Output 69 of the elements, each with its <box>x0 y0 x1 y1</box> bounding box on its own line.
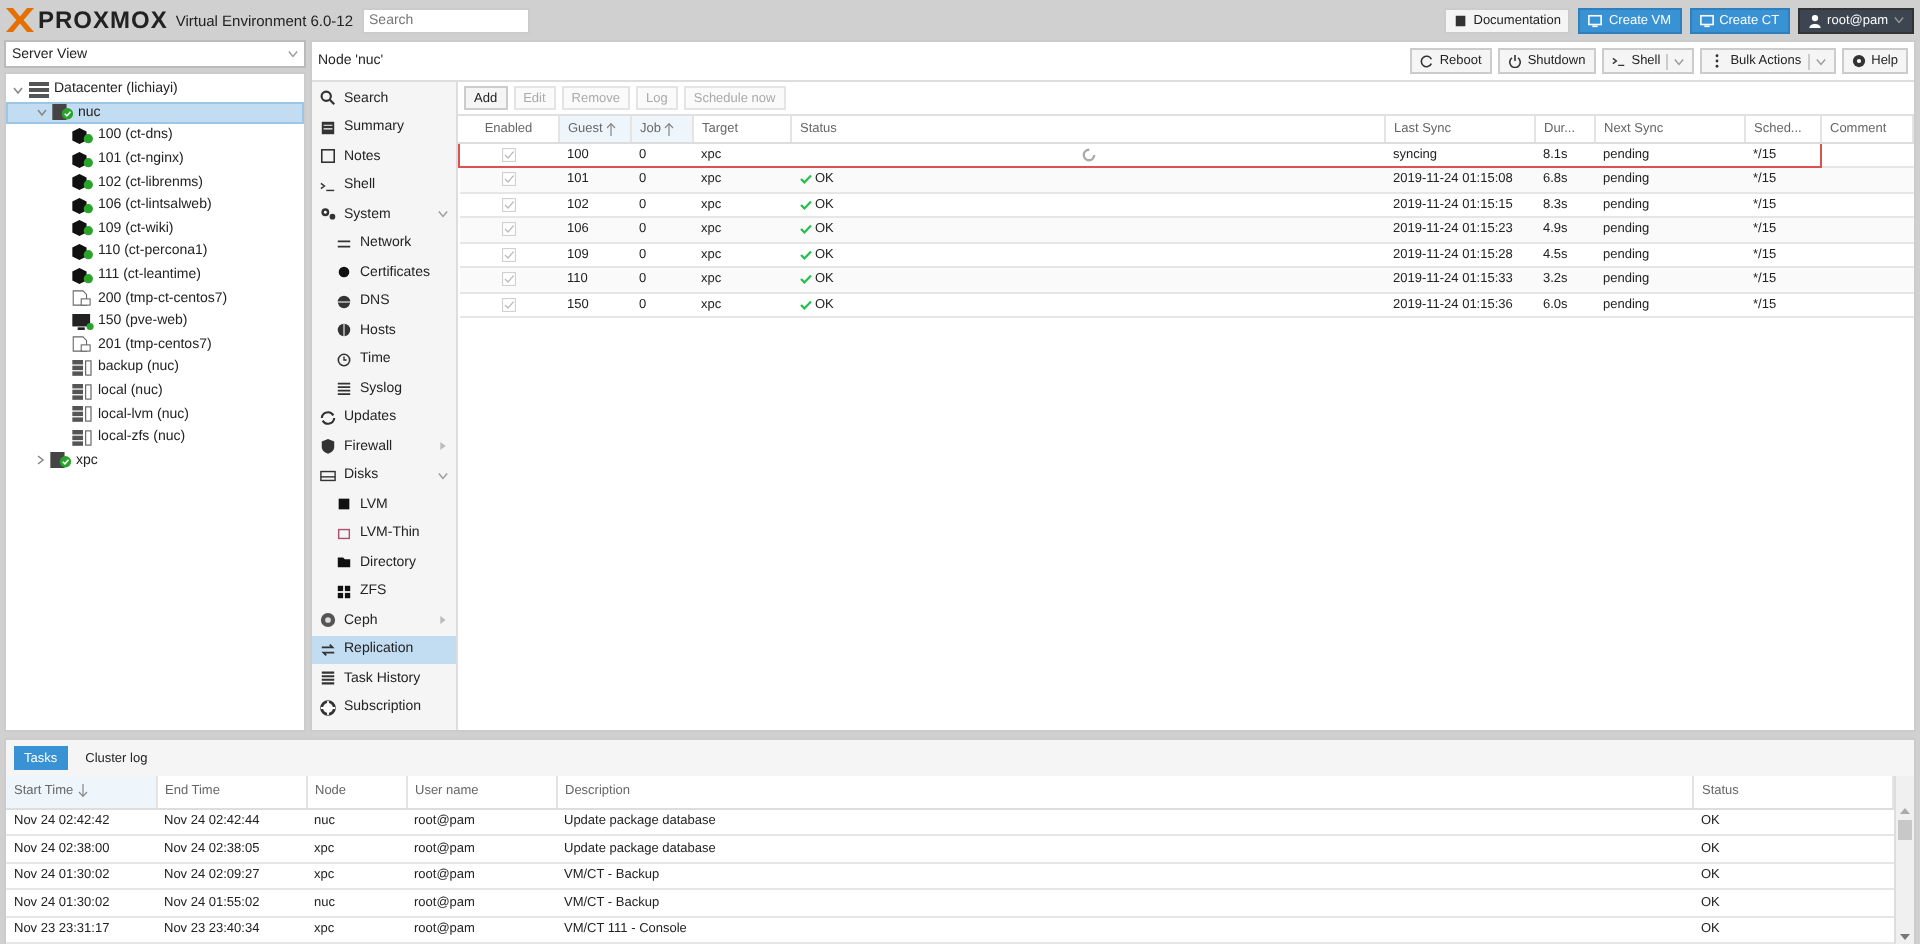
ring-icon <box>320 612 336 629</box>
scrollbar[interactable] <box>1894 776 1914 944</box>
lifebuoy-icon <box>320 699 336 716</box>
document-icon <box>72 336 94 353</box>
power-icon <box>1507 54 1522 68</box>
shield-icon <box>320 438 336 455</box>
note-icon <box>320 148 336 165</box>
caret-icon <box>1815 57 1826 65</box>
checkbox[interactable] <box>502 247 516 262</box>
refresh-icon <box>320 409 336 426</box>
scroll-up-icon[interactable] <box>1900 808 1910 814</box>
square-icon <box>336 525 352 542</box>
database-icon <box>72 406 94 423</box>
caret-icon <box>288 50 298 58</box>
terminal-icon <box>320 177 336 194</box>
caret-icon <box>438 210 448 219</box>
folder-icon <box>336 554 352 571</box>
clock-icon <box>336 351 352 368</box>
checkbox[interactable] <box>502 197 516 212</box>
help-icon <box>1851 54 1866 68</box>
list-icon <box>320 670 336 687</box>
caret-icon <box>1674 57 1685 65</box>
gears-icon <box>320 206 336 223</box>
server-rack-icon <box>28 81 50 98</box>
caret-icon <box>438 471 448 480</box>
cube-icon <box>72 267 94 284</box>
checkbox[interactable] <box>502 272 516 287</box>
search-icon <box>320 90 336 107</box>
refresh-icon <box>1419 54 1434 68</box>
cube-icon <box>72 243 94 260</box>
network-icon <box>336 235 352 252</box>
server-check-icon <box>50 452 72 469</box>
scroll-thumb[interactable] <box>1898 820 1912 840</box>
checkbox[interactable] <box>502 297 516 312</box>
list-icon <box>336 380 352 397</box>
checkbox[interactable] <box>502 222 516 237</box>
dot-icon <box>336 264 352 281</box>
drive-icon <box>320 467 336 484</box>
logo-icon <box>6 8 34 32</box>
person-icon <box>1807 13 1822 27</box>
cube-icon <box>72 127 94 144</box>
monitor-icon <box>1588 13 1603 27</box>
brand-wordmark: PROXMOX <box>38 6 168 34</box>
document-icon <box>72 290 94 307</box>
checkbox[interactable] <box>502 147 517 162</box>
expander-icon[interactable] <box>34 454 46 467</box>
square-icon <box>336 496 352 513</box>
cube-icon <box>72 151 94 168</box>
server-check-icon <box>52 104 74 121</box>
sort-arrow-icon <box>606 121 617 136</box>
caret-icon <box>1894 16 1904 24</box>
cube-icon <box>72 197 94 214</box>
database-icon <box>72 383 94 400</box>
caret-icon <box>438 616 448 625</box>
caret-icon <box>438 442 448 451</box>
monitor-icon <box>1699 13 1714 27</box>
monitor-icon <box>72 313 94 330</box>
spinner-icon <box>1081 147 1095 162</box>
sort-arrow-icon <box>77 784 88 799</box>
sort-arrow-icon <box>664 121 675 136</box>
database-icon <box>72 429 94 446</box>
scroll-down-icon[interactable] <box>1900 934 1910 940</box>
grid-icon <box>336 583 352 600</box>
database-icon <box>72 359 94 376</box>
checkbox[interactable] <box>502 172 516 187</box>
cube-icon <box>72 174 94 191</box>
terminal-icon <box>1611 54 1626 68</box>
cube-icon <box>72 220 94 237</box>
arrows-icon <box>320 641 336 658</box>
